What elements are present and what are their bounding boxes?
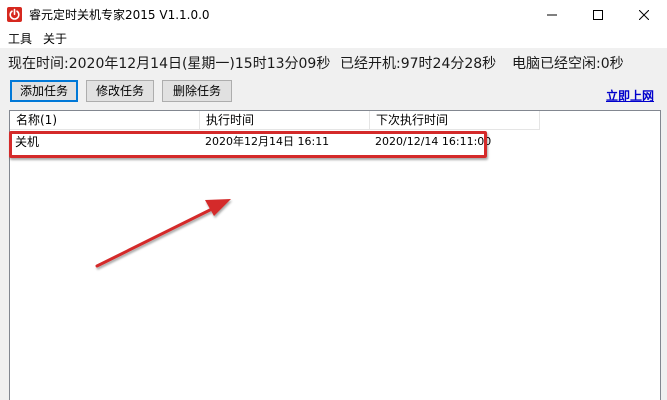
annotation-arrow <box>95 199 231 268</box>
